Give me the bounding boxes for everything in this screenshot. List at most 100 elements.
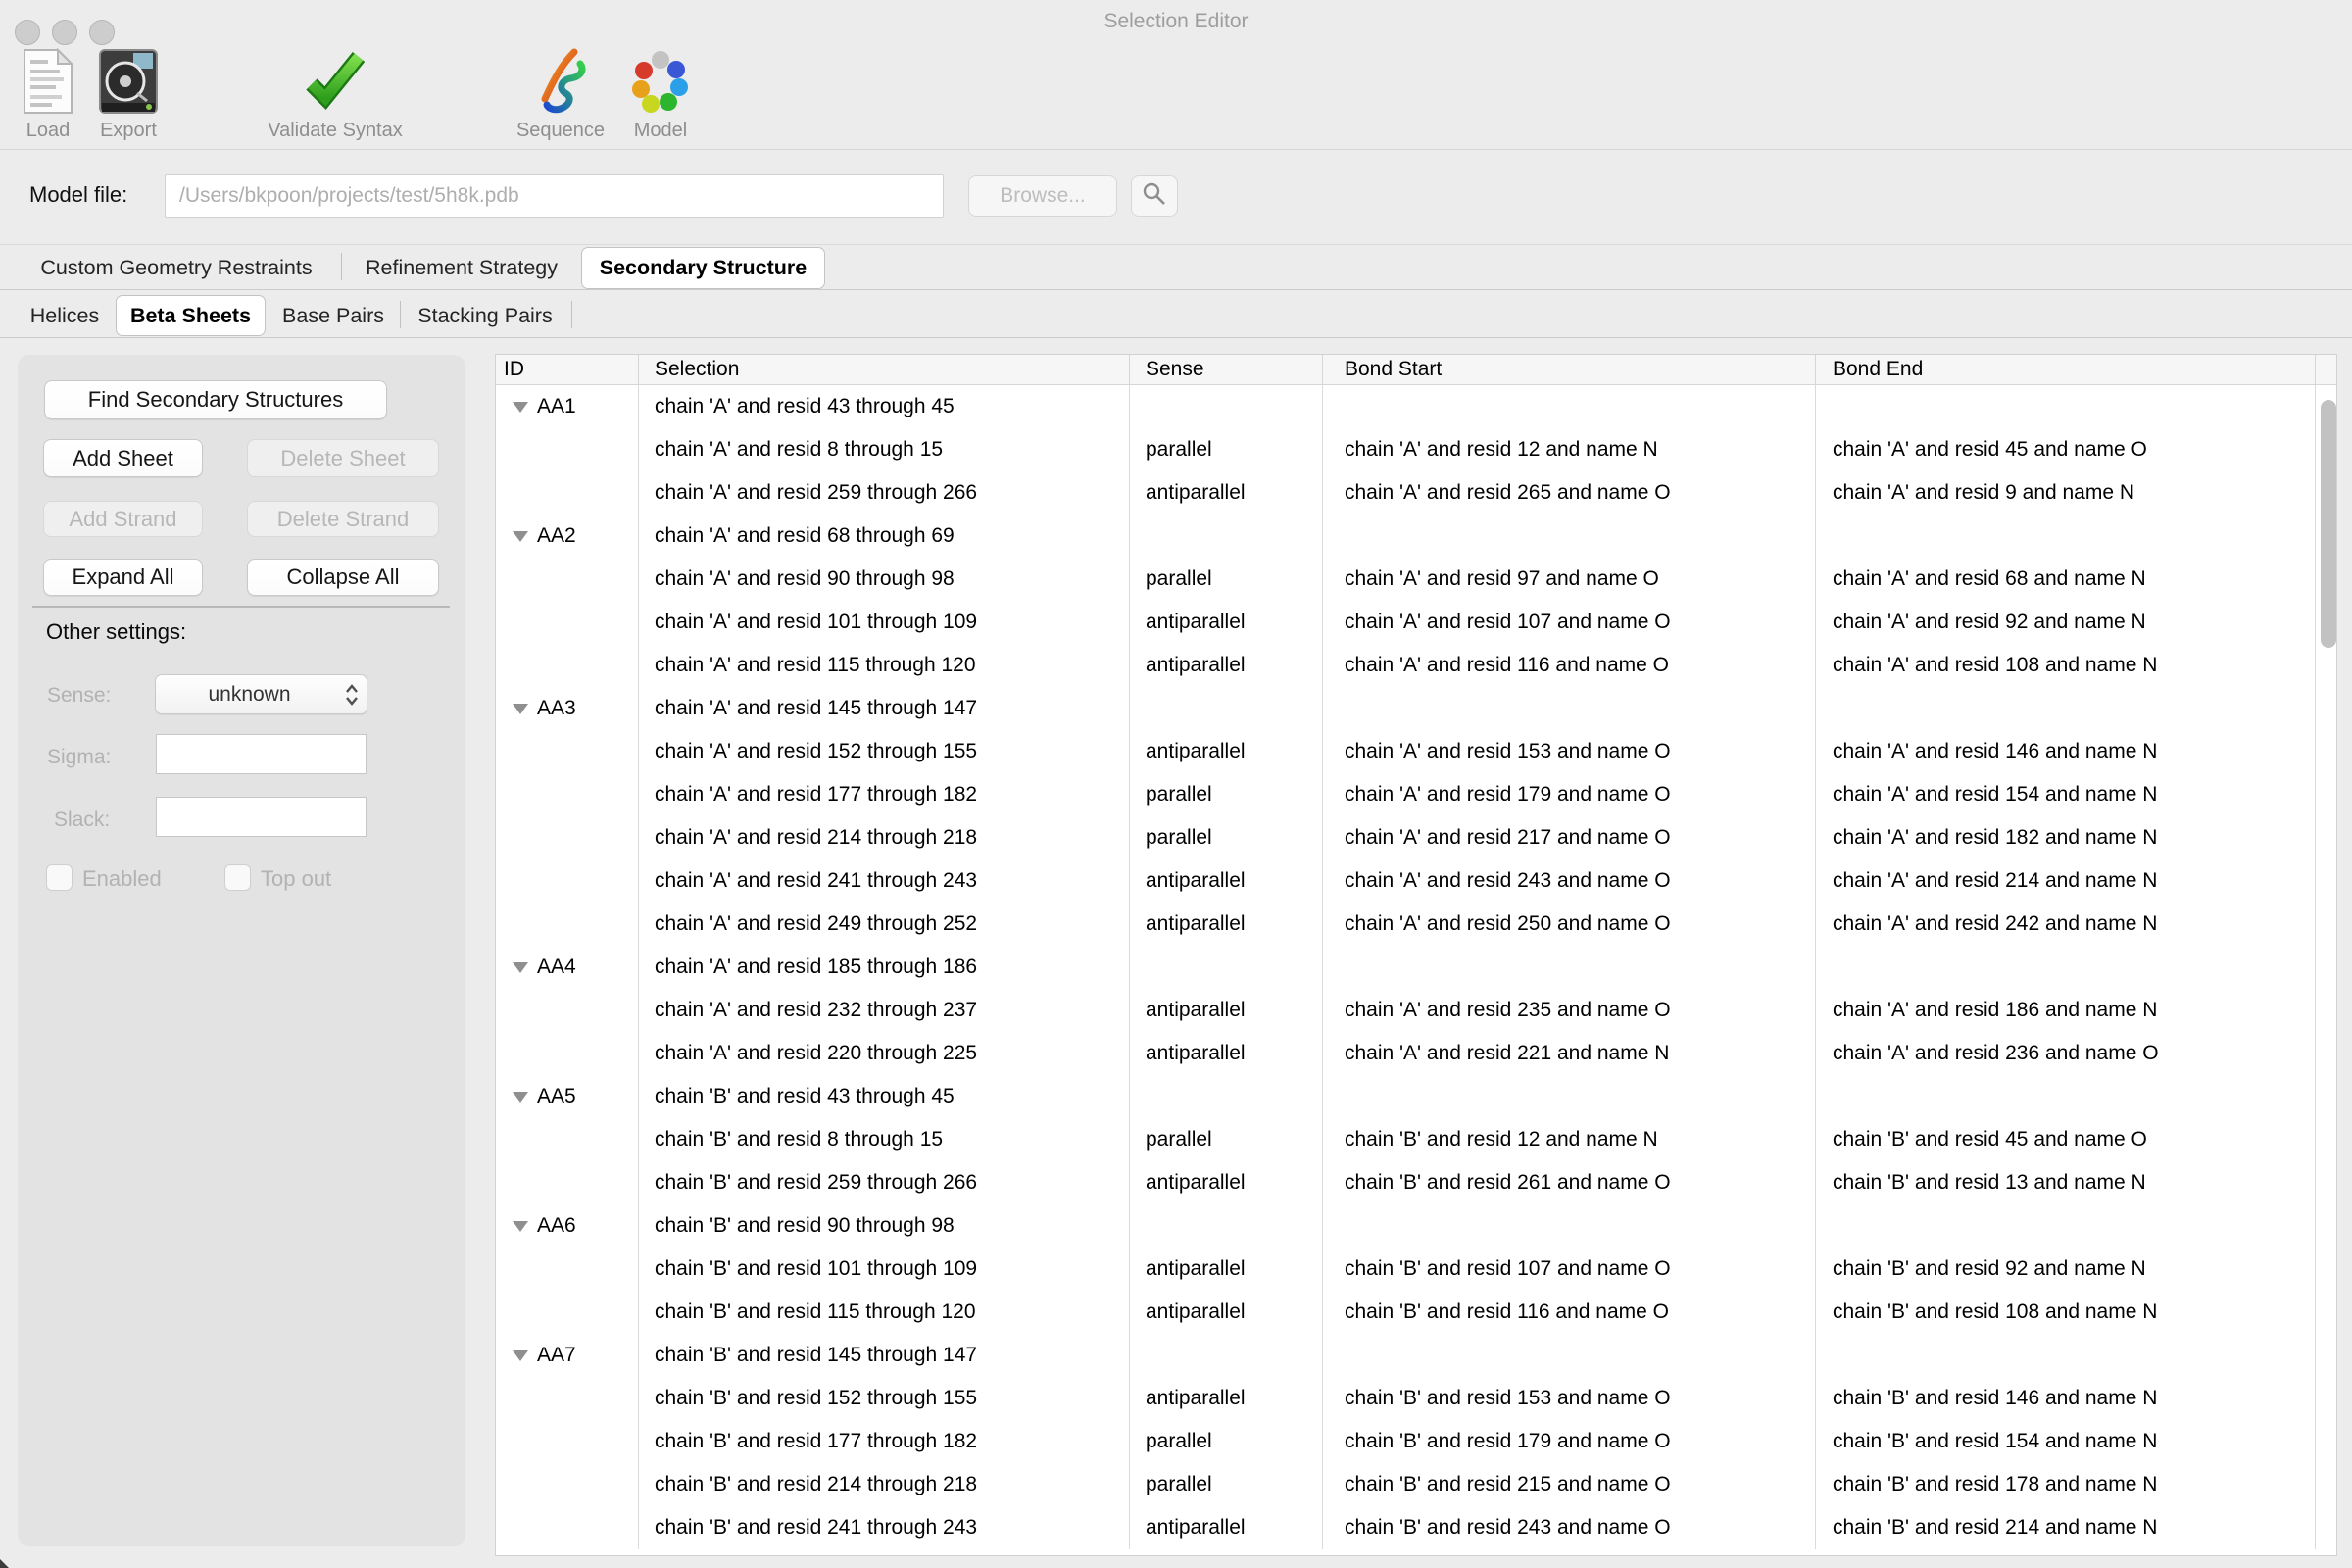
table-row[interactable]: chain 'B' and resid 115 through 120 anti… xyxy=(496,1291,2336,1334)
sense-cell[interactable] xyxy=(1130,1334,1323,1377)
disclosure-triangle-icon[interactable] xyxy=(513,704,528,714)
table-row[interactable]: AA6 chain 'B' and resid 90 through 98 xyxy=(496,1204,2336,1248)
sense-cell[interactable]: antiparallel xyxy=(1130,989,1323,1032)
sense-cell[interactable]: antiparallel xyxy=(1130,1377,1323,1420)
disclosure-triangle-icon[interactable] xyxy=(513,402,528,413)
sense-cell[interactable]: antiparallel xyxy=(1130,903,1323,946)
sense-cell[interactable]: antiparallel xyxy=(1130,859,1323,903)
slack-field[interactable] xyxy=(156,797,367,837)
sigma-field[interactable] xyxy=(156,734,367,774)
bond-end-cell[interactable] xyxy=(1816,385,2316,428)
bond-start-cell[interactable]: chain 'A' and resid 97 and name O xyxy=(1323,558,1816,601)
bond-start-cell[interactable]: chain 'B' and resid 107 and name O xyxy=(1323,1248,1816,1291)
sense-cell[interactable]: antiparallel xyxy=(1130,1291,1323,1334)
bond-start-cell[interactable] xyxy=(1323,1334,1816,1377)
id-cell[interactable] xyxy=(496,730,639,773)
bond-start-cell[interactable]: chain 'B' and resid 179 and name O xyxy=(1323,1420,1816,1463)
table-row[interactable]: AA2 chain 'A' and resid 68 through 69 xyxy=(496,514,2336,558)
selection-cell[interactable]: chain 'A' and resid 241 through 243 xyxy=(639,859,1130,903)
sense-cell[interactable] xyxy=(1130,1075,1323,1118)
bond-start-cell[interactable]: chain 'A' and resid 116 and name O xyxy=(1323,644,1816,687)
bond-start-cell[interactable]: chain 'A' and resid 217 and name O xyxy=(1323,816,1816,859)
bond-start-cell[interactable]: chain 'A' and resid 221 and name N xyxy=(1323,1032,1816,1075)
load-button[interactable]: Load xyxy=(16,47,80,142)
bond-start-cell[interactable]: chain 'A' and resid 153 and name O xyxy=(1323,730,1816,773)
table-row[interactable]: chain 'B' and resid 177 through 182 para… xyxy=(496,1420,2336,1463)
table-row[interactable]: chain 'A' and resid 249 through 252 anti… xyxy=(496,903,2336,946)
table-row[interactable]: chain 'A' and resid 214 through 218 para… xyxy=(496,816,2336,859)
export-button[interactable]: Export xyxy=(92,47,165,142)
selection-cell[interactable]: chain 'A' and resid 249 through 252 xyxy=(639,903,1130,946)
id-cell[interactable] xyxy=(496,471,639,514)
table-row[interactable]: chain 'B' and resid 8 through 15 paralle… xyxy=(496,1118,2336,1161)
bond-end-cell[interactable]: chain 'A' and resid 108 and name N xyxy=(1816,644,2316,687)
bond-end-cell[interactable]: chain 'A' and resid 236 and name O xyxy=(1816,1032,2316,1075)
table-row[interactable]: chain 'B' and resid 101 through 109 anti… xyxy=(496,1248,2336,1291)
selection-cell[interactable]: chain 'B' and resid 214 through 218 xyxy=(639,1463,1130,1506)
id-cell[interactable] xyxy=(496,816,639,859)
id-cell[interactable] xyxy=(496,1118,639,1161)
selection-cell[interactable]: chain 'B' and resid 241 through 243 xyxy=(639,1506,1130,1549)
selection-cell[interactable]: chain 'A' and resid 101 through 109 xyxy=(639,601,1130,644)
id-cell[interactable] xyxy=(496,1291,639,1334)
bond-end-cell[interactable]: chain 'B' and resid 214 and name N xyxy=(1816,1506,2316,1549)
selection-cell[interactable]: chain 'A' and resid 220 through 225 xyxy=(639,1032,1130,1075)
column-header-bond-start[interactable]: Bond Start xyxy=(1323,355,1816,384)
id-cell[interactable] xyxy=(496,859,639,903)
bond-start-cell[interactable]: chain 'A' and resid 265 and name O xyxy=(1323,471,1816,514)
vertical-scrollbar-thumb[interactable] xyxy=(2321,400,2336,648)
bond-end-cell[interactable]: chain 'A' and resid 68 and name N xyxy=(1816,558,2316,601)
selection-cell[interactable]: chain 'B' and resid 259 through 266 xyxy=(639,1161,1130,1204)
id-cell[interactable] xyxy=(496,601,639,644)
bond-end-cell[interactable] xyxy=(1816,1334,2316,1377)
selection-cell[interactable]: chain 'A' and resid 43 through 45 xyxy=(639,385,1130,428)
disclosure-triangle-icon[interactable] xyxy=(513,1221,528,1232)
id-cell[interactable] xyxy=(496,773,639,816)
table-row[interactable]: chain 'B' and resid 259 through 266 anti… xyxy=(496,1161,2336,1204)
bond-end-cell[interactable]: chain 'A' and resid 214 and name N xyxy=(1816,859,2316,903)
id-cell[interactable] xyxy=(496,1463,639,1506)
id-cell[interactable] xyxy=(496,989,639,1032)
selection-cell[interactable]: chain 'B' and resid 145 through 147 xyxy=(639,1334,1130,1377)
bond-start-cell[interactable]: chain 'A' and resid 243 and name O xyxy=(1323,859,1816,903)
sense-cell[interactable]: antiparallel xyxy=(1130,471,1323,514)
sense-cell[interactable]: parallel xyxy=(1130,558,1323,601)
bond-start-cell[interactable] xyxy=(1323,946,1816,989)
disclosure-triangle-icon[interactable] xyxy=(513,962,528,973)
sense-cell[interactable] xyxy=(1130,385,1323,428)
bond-start-cell[interactable]: chain 'A' and resid 235 and name O xyxy=(1323,989,1816,1032)
model-file-input[interactable] xyxy=(165,174,944,218)
table-row[interactable]: chain 'A' and resid 177 through 182 para… xyxy=(496,773,2336,816)
id-cell[interactable] xyxy=(496,428,639,471)
table-row[interactable]: AA5 chain 'B' and resid 43 through 45 xyxy=(496,1075,2336,1118)
id-cell[interactable]: AA6 xyxy=(496,1204,639,1248)
table-row[interactable]: chain 'A' and resid 101 through 109 anti… xyxy=(496,601,2336,644)
table-row[interactable]: chain 'B' and resid 152 through 155 anti… xyxy=(496,1377,2336,1420)
bond-end-cell[interactable]: chain 'A' and resid 186 and name N xyxy=(1816,989,2316,1032)
bond-end-cell[interactable]: chain 'B' and resid 92 and name N xyxy=(1816,1248,2316,1291)
add-strand-button[interactable]: Add Strand xyxy=(43,501,203,537)
table-row[interactable]: chain 'A' and resid 8 through 15 paralle… xyxy=(496,428,2336,471)
bond-end-cell[interactable]: chain 'A' and resid 242 and name N xyxy=(1816,903,2316,946)
bond-end-cell[interactable]: chain 'A' and resid 146 and name N xyxy=(1816,730,2316,773)
table-row[interactable]: AA1 chain 'A' and resid 43 through 45 xyxy=(496,385,2336,428)
table-row[interactable]: chain 'A' and resid 115 through 120 anti… xyxy=(496,644,2336,687)
bond-start-cell[interactable] xyxy=(1323,1075,1816,1118)
selection-cell[interactable]: chain 'A' and resid 8 through 15 xyxy=(639,428,1130,471)
selection-cell[interactable]: chain 'B' and resid 152 through 155 xyxy=(639,1377,1130,1420)
sense-cell[interactable] xyxy=(1130,514,1323,558)
bond-end-cell[interactable]: chain 'B' and resid 108 and name N xyxy=(1816,1291,2316,1334)
browse-button[interactable]: Browse... xyxy=(968,175,1117,217)
selection-cell[interactable]: chain 'A' and resid 214 through 218 xyxy=(639,816,1130,859)
selection-cell[interactable]: chain 'A' and resid 68 through 69 xyxy=(639,514,1130,558)
bond-end-cell[interactable]: chain 'B' and resid 13 and name N xyxy=(1816,1161,2316,1204)
id-cell[interactable] xyxy=(496,558,639,601)
bond-start-cell[interactable]: chain 'B' and resid 116 and name O xyxy=(1323,1291,1816,1334)
selection-cell[interactable]: chain 'A' and resid 152 through 155 xyxy=(639,730,1130,773)
bond-end-cell[interactable]: chain 'A' and resid 9 and name N xyxy=(1816,471,2316,514)
sense-cell[interactable]: parallel xyxy=(1130,773,1323,816)
delete-strand-button[interactable]: Delete Strand xyxy=(247,501,439,537)
sense-cell[interactable] xyxy=(1130,1204,1323,1248)
id-cell[interactable]: AA3 xyxy=(496,687,639,730)
sense-cell[interactable]: antiparallel xyxy=(1130,730,1323,773)
